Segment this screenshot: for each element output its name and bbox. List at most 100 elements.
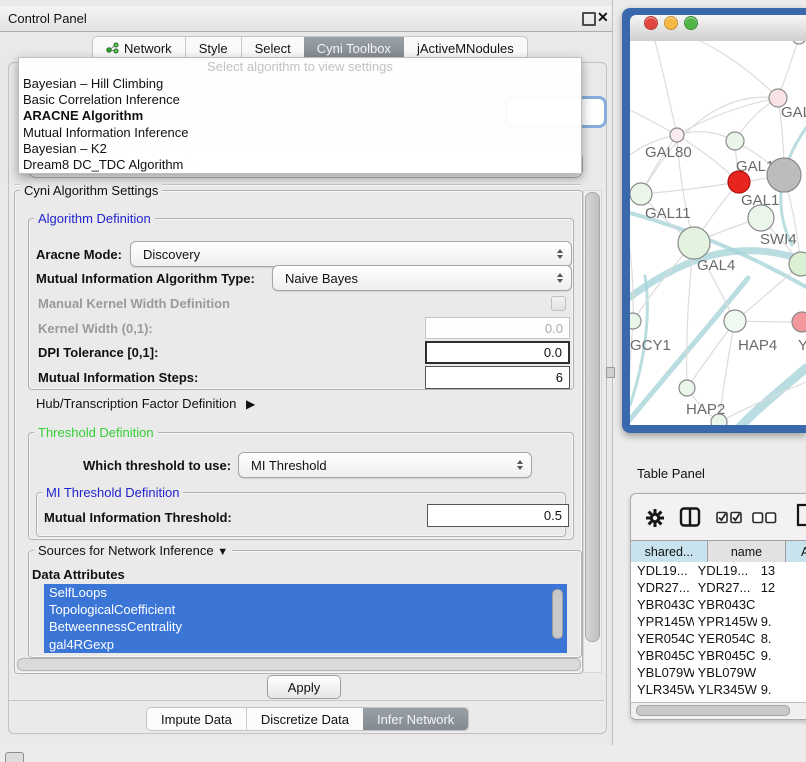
table-cell[interactable]: YPR145W bbox=[631, 613, 694, 630]
settings-horizontal-scrollbar[interactable] bbox=[17, 658, 581, 671]
network-edge[interactable] bbox=[630, 110, 677, 135]
zoom-traffic-light-icon[interactable] bbox=[684, 16, 698, 30]
network-edge[interactable] bbox=[641, 182, 739, 194]
table-cell[interactable]: YBL079W bbox=[631, 664, 694, 681]
table-cell[interactable]: 8. bbox=[757, 630, 806, 647]
apply-button[interactable]: Apply bbox=[267, 675, 341, 699]
table-cell[interactable] bbox=[757, 664, 806, 681]
network-edge[interactable] bbox=[687, 321, 735, 388]
table-cell[interactable]: YBL079W bbox=[694, 664, 757, 681]
table-cell[interactable]: YDL19... bbox=[694, 562, 757, 579]
network-node-HAP4[interactable] bbox=[724, 310, 746, 332]
table-cell[interactable]: YDL19... bbox=[631, 562, 694, 579]
which-threshold-combo[interactable]: MI Threshold bbox=[238, 452, 532, 478]
algorithm-option[interactable]: Mutual Information Inference bbox=[19, 125, 581, 141]
table-cell[interactable]: 9. bbox=[757, 681, 806, 698]
tab-discretize-data[interactable]: Discretize Data bbox=[246, 708, 363, 730]
panel-grip-icon[interactable] bbox=[5, 752, 24, 762]
data-attribute-item[interactable]: TopologicalCoefficient bbox=[44, 601, 567, 618]
table-cell[interactable]: YLR345W bbox=[694, 681, 757, 698]
network-node-GAL1[interactable] bbox=[728, 171, 750, 193]
table-cell[interactable]: YER054C bbox=[694, 630, 757, 647]
table-cell[interactable]: 13 bbox=[757, 562, 806, 579]
table-cell[interactable]: 9. bbox=[757, 613, 806, 630]
tab-jactivemnodules[interactable]: jActiveMNodules bbox=[404, 37, 527, 59]
algorithm-option[interactable]: Bayesian – Hill Climbing bbox=[19, 76, 581, 92]
table-row[interactable]: YBR045CYBR045C9. bbox=[631, 647, 806, 664]
table-row[interactable]: YDR27...YDR27...12 bbox=[631, 579, 806, 596]
table-row[interactable]: YBL079WYBL079W bbox=[631, 664, 806, 681]
tab-impute-data[interactable]: Impute Data bbox=[147, 708, 246, 730]
network-node-HAP2[interactable] bbox=[679, 380, 695, 396]
table-cell[interactable]: YBR043C bbox=[694, 596, 757, 613]
table-cell[interactable]: YBR045C bbox=[631, 647, 694, 664]
network-edge[interactable] bbox=[630, 250, 633, 321]
column-header[interactable]: shared... bbox=[631, 540, 708, 563]
network-node[interactable] bbox=[792, 41, 806, 44]
tab-select[interactable]: Select bbox=[241, 37, 304, 59]
float-window-icon[interactable] bbox=[582, 12, 596, 26]
network-edge[interactable] bbox=[735, 264, 801, 321]
network-node-SWI4[interactable] bbox=[748, 205, 774, 231]
hub-definition-toggle[interactable]: Hub/Transcription Factor Definition ▶ bbox=[36, 396, 255, 411]
network-node[interactable] bbox=[767, 158, 801, 192]
table-row[interactable]: YER054CYER054C8. bbox=[631, 630, 806, 647]
close-icon[interactable]: ✕ bbox=[597, 9, 609, 26]
gear-icon[interactable] bbox=[644, 507, 666, 534]
tab-network[interactable]: Network bbox=[93, 37, 185, 59]
deselect-all-checkboxes-icon[interactable] bbox=[752, 511, 777, 530]
mi-type-combo[interactable]: Naive Bayes bbox=[272, 265, 572, 291]
attributes-scrollbar[interactable] bbox=[552, 589, 563, 639]
mi-steps-field[interactable]: 6 bbox=[425, 366, 570, 389]
settings-scrollbar-thumb[interactable] bbox=[585, 192, 600, 642]
kernel-width-field[interactable]: 0.0 bbox=[425, 317, 570, 339]
mi-threshold-field[interactable]: 0.5 bbox=[427, 504, 569, 527]
network-edge[interactable] bbox=[700, 41, 778, 98]
tab-style[interactable]: Style bbox=[185, 37, 241, 59]
table-cell[interactable]: YLR345W bbox=[631, 681, 694, 698]
manual-kernel-checkbox[interactable] bbox=[551, 296, 566, 311]
algorithm-option[interactable]: Dream8 DC_TDC Algorithm bbox=[19, 157, 581, 173]
network-node[interactable] bbox=[711, 414, 727, 425]
table-cell[interactable]: YPR145W bbox=[694, 613, 757, 630]
column-header[interactable]: A bbox=[786, 540, 806, 563]
table-cell[interactable]: YDR27... bbox=[694, 579, 757, 596]
table-hscroll-thumb[interactable] bbox=[636, 705, 790, 716]
algorithm-option[interactable]: ARACNE Algorithm bbox=[19, 108, 581, 124]
table-cell[interactable]: YBR043C bbox=[631, 596, 694, 613]
minimize-traffic-light-icon[interactable] bbox=[664, 16, 678, 30]
table-cell[interactable]: 9. bbox=[757, 647, 806, 664]
network-canvas[interactable]: GALGAL80GAL10GAL1GAL11SWI4GAL4GCY1HAP4YH… bbox=[630, 41, 806, 425]
table-row[interactable]: YLR345WYLR345W9. bbox=[631, 681, 806, 698]
dpi-tolerance-field[interactable]: 0.0 bbox=[425, 341, 570, 364]
table-cell[interactable]: 12 bbox=[757, 579, 806, 596]
network-edge[interactable] bbox=[732, 368, 806, 425]
network-edge[interactable] bbox=[630, 321, 633, 400]
table-cell[interactable]: YBR045C bbox=[694, 647, 757, 664]
network-edge[interactable] bbox=[655, 41, 677, 135]
algorithm-option[interactable]: Basic Correlation Inference bbox=[19, 92, 581, 108]
aracne-mode-combo[interactable]: Discovery bbox=[130, 241, 572, 267]
table-cell[interactable]: YER054C bbox=[631, 630, 694, 647]
column-header[interactable]: name bbox=[708, 540, 786, 563]
columns-icon[interactable] bbox=[679, 506, 702, 534]
sources-title[interactable]: Sources for Network Inference ▼ bbox=[34, 543, 232, 558]
algorithm-option[interactable]: Bayesian – K2 bbox=[19, 141, 581, 157]
table-row[interactable]: YBR043CYBR043C bbox=[631, 596, 806, 613]
table-cell[interactable]: YDR27... bbox=[631, 579, 694, 596]
data-attribute-item[interactable]: BetweennessCentrality bbox=[44, 618, 567, 635]
network-node-Y[interactable] bbox=[792, 312, 806, 332]
table-row[interactable]: YDL19...YDL19...13 bbox=[631, 562, 806, 579]
network-node-GAL80[interactable] bbox=[670, 128, 684, 142]
function-builder-icon[interactable] bbox=[795, 502, 806, 530]
splitter-handle[interactable] bbox=[606, 367, 615, 378]
network-edge[interactable] bbox=[677, 98, 778, 135]
close-traffic-light-icon[interactable] bbox=[644, 16, 658, 30]
network-node-GCY1[interactable] bbox=[630, 313, 641, 329]
select-all-checkboxes-icon[interactable] bbox=[716, 510, 743, 530]
tab-cyni-toolbox[interactable]: Cyni Toolbox bbox=[304, 37, 404, 59]
tab-infer-network[interactable]: Infer Network bbox=[363, 708, 468, 730]
data-attribute-item[interactable]: gal4RGexp bbox=[44, 636, 567, 653]
network-node-GAL4[interactable] bbox=[678, 227, 710, 259]
network-node-GAL11[interactable] bbox=[630, 183, 652, 205]
